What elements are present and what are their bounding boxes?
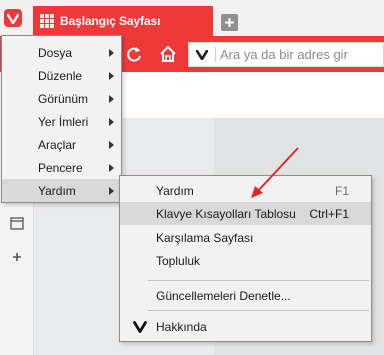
submenu-arrow-icon — [109, 94, 114, 103]
submenu-arrow-icon — [109, 71, 114, 80]
menu-item-about[interactable]: Hakkında — [120, 315, 371, 338]
tab-bar: Başlangıç Sayfası — [0, 0, 384, 36]
site-info-button[interactable] — [189, 49, 215, 60]
menu-item-view[interactable]: Görünüm — [2, 87, 121, 110]
vivaldi-v-icon — [133, 321, 147, 333]
vivaldi-v-icon — [196, 49, 208, 60]
menu-item-edit[interactable]: Düzenle — [2, 64, 121, 87]
reload-icon — [127, 47, 141, 62]
tab-start-page[interactable]: Başlangıç Sayfası — [33, 6, 213, 36]
vivaldi-logo-icon — [7, 13, 19, 24]
menu-item-welcome-page[interactable]: Karşılama Sayfası — [120, 226, 371, 249]
menu-item-help-topics[interactable]: Yardım F1 — [120, 179, 371, 202]
plus-icon — [225, 18, 234, 27]
menu-item-help[interactable]: Yardım — [2, 179, 121, 202]
menu-item-community[interactable]: Topluluk — [120, 249, 371, 272]
menu-item-check-updates[interactable]: Güncellemeleri Denetle... — [120, 284, 371, 307]
shortcut-label: Ctrl+F1 — [309, 206, 349, 221]
menu-item-keyboard-shortcuts[interactable]: Klavye Kısayolları Tablosu Ctrl+F1 — [120, 202, 371, 225]
submenu-arrow-icon — [109, 48, 114, 57]
shortcut-label: F1 — [334, 183, 349, 198]
vivaldi-menu-button[interactable] — [4, 9, 22, 27]
new-tab-button[interactable] — [221, 14, 238, 31]
submenu-arrow-icon — [109, 163, 114, 172]
tab-title: Başlangıç Sayfası — [60, 14, 161, 28]
plus-icon — [13, 253, 21, 261]
menu-separator — [148, 280, 369, 281]
address-input[interactable] — [220, 47, 380, 62]
address-separator — [215, 47, 216, 62]
submenu-arrow-icon — [109, 140, 114, 149]
menu-item-tools[interactable]: Araçlar — [2, 133, 121, 156]
add-panel-button[interactable] — [8, 248, 26, 266]
menu-item-file[interactable]: Dosya — [2, 41, 121, 64]
help-submenu: Yardım F1 Klavye Kısayolları Tablosu Ctr… — [119, 175, 372, 342]
home-icon — [160, 46, 176, 62]
address-field[interactable] — [188, 42, 384, 67]
window-icon — [10, 216, 24, 230]
submenu-arrow-icon — [109, 117, 114, 126]
menu-separator — [148, 310, 369, 311]
vivaldi-main-menu: Dosya Düzenle Görünüm Yer İmleri Araçlar… — [1, 35, 122, 203]
home-button[interactable] — [158, 44, 178, 64]
submenu-arrow-icon — [109, 186, 114, 195]
speed-dial-grid-icon — [40, 14, 54, 28]
menu-item-window[interactable]: Pencere — [2, 156, 121, 179]
panel-window-button[interactable] — [8, 214, 26, 232]
reload-button[interactable] — [124, 44, 144, 64]
menu-item-bookmarks[interactable]: Yer İmleri — [2, 110, 121, 133]
